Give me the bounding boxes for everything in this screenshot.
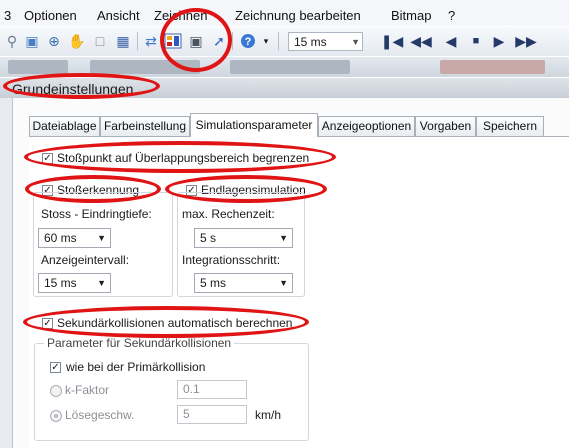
secondary-checkbox[interactable] [42,318,53,329]
tab-anzeigeoptionen[interactable]: Anzeigeoptionen [318,116,415,136]
panel-title: Grundeinstellungen [12,81,134,97]
rechenzeit-label: max. Rechenzeit: [182,207,275,221]
next-frame-icon[interactable]: ▶▶ [515,31,537,51]
primary-checkbox[interactable] [50,362,61,373]
pan-hand-icon[interactable]: ✋ [67,31,87,51]
chevron-down-icon: ▼ [351,37,360,47]
tab-farbeinstellung[interactable]: Farbeinstellung [100,116,190,136]
dropdown-icon[interactable]: ▾ [256,31,276,51]
menu-item-optionen[interactable]: Optionen [24,8,77,23]
depth-select[interactable]: 60 ms ▼ [38,228,111,248]
menu-item-zeichnen[interactable]: Zeichnen [154,8,207,23]
secondary-label: Sekundärkollisionen automatisch berechne… [57,316,293,330]
menu-item-bitmap[interactable]: Bitmap [391,8,431,23]
param-group-label: Parameter für Sekundärkollisionen [44,336,235,350]
loese-radio[interactable] [50,410,62,422]
color-bar-icon[interactable] [163,31,183,51]
svg-text:?: ? [245,36,252,48]
toolbar: ⚲ ▣ ⊕ ✋ □ ▦ ⇄ ▣ ➚ ? ▾ 15 ms ▼ ❚◀ ◀◀ ◀ ■ … [0,27,569,56]
select-icon[interactable]: □ [90,31,110,51]
overlap-label: Stoßpunkt auf Überlappungsbereich begren… [57,151,310,165]
tab-dateiablage[interactable]: Dateiablage [29,116,100,136]
chevron-down-icon: ▼ [97,278,106,288]
kfactor-input[interactable]: 0.1 [177,380,247,399]
depth-value: 60 ms [44,231,77,245]
menu-item-help[interactable]: ? [448,8,455,23]
tab-vorgaben[interactable]: Vorgaben [415,116,476,136]
kfactor-label: k-Faktor [65,383,110,397]
interval-combo[interactable]: 15 ms ▼ [288,32,363,51]
chevron-down-icon: ▼ [279,278,288,288]
menu-item-zeichnung-bearbeiten[interactable]: Zeichnung bearbeiten [235,8,361,23]
zoom-rect-icon[interactable]: ⚲ [2,31,22,51]
camera-icon[interactable]: ▣ [186,31,206,51]
kfactor-radio[interactable] [50,385,62,397]
line-icon[interactable]: ➚ [209,31,229,51]
anzeige-value: 15 ms [44,276,77,290]
loese-label: Lösegeschw. [65,408,135,422]
loese-input[interactable]: 5 [177,405,247,424]
first-frame-icon[interactable]: ❚◀ [381,31,404,51]
anzeige-label: Anzeigeintervall: [41,253,130,267]
integration-label: Integrationsschritt: [182,253,281,267]
menu-item-ansicht[interactable]: Ansicht [97,8,140,23]
stop-icon[interactable]: ■ [466,31,486,51]
tab-speichern[interactable]: Speichern [476,116,544,136]
chevron-down-icon: ▼ [279,233,288,243]
menu-item-3[interactable]: 3 [4,8,11,23]
step-back-icon[interactable]: ◀ [441,31,461,51]
chevron-down-icon: ▼ [97,233,106,243]
rechenzeit-select[interactable]: 5 s ▼ [194,228,293,248]
tab-simulationsparameter[interactable]: Simulationsparameter [190,113,318,137]
interval-combo-value: 15 ms [294,35,327,49]
zoom-in-icon[interactable]: ⊕ [44,31,64,51]
rechenzeit-value: 5 s [200,231,217,245]
primary-label: wie bei der Primärkollision [66,360,206,374]
prev-frame-icon[interactable]: ◀◀ [410,31,432,51]
integration-select[interactable]: 5 ms ▼ [194,273,293,293]
help-icon[interactable]: ? [238,31,258,51]
overlap-checkbox[interactable] [42,153,53,164]
step-forward-icon[interactable]: ▶ [489,31,509,51]
secondary-toolbar [0,57,569,77]
loese-unit: km/h [255,408,282,422]
grid-icon[interactable]: ▦ [113,31,133,51]
anzeige-select[interactable]: 15 ms ▼ [38,273,111,293]
depth-label: Stoss - Eindringtiefe: [41,207,152,221]
menu-bar: 3 Optionen Ansicht Zeichnen Zeichnung be… [0,0,569,26]
integration-value: 5 ms [200,276,227,290]
arrows-icon[interactable]: ⇄ [141,31,161,51]
zoom-window-icon[interactable]: ▣ [22,31,42,51]
